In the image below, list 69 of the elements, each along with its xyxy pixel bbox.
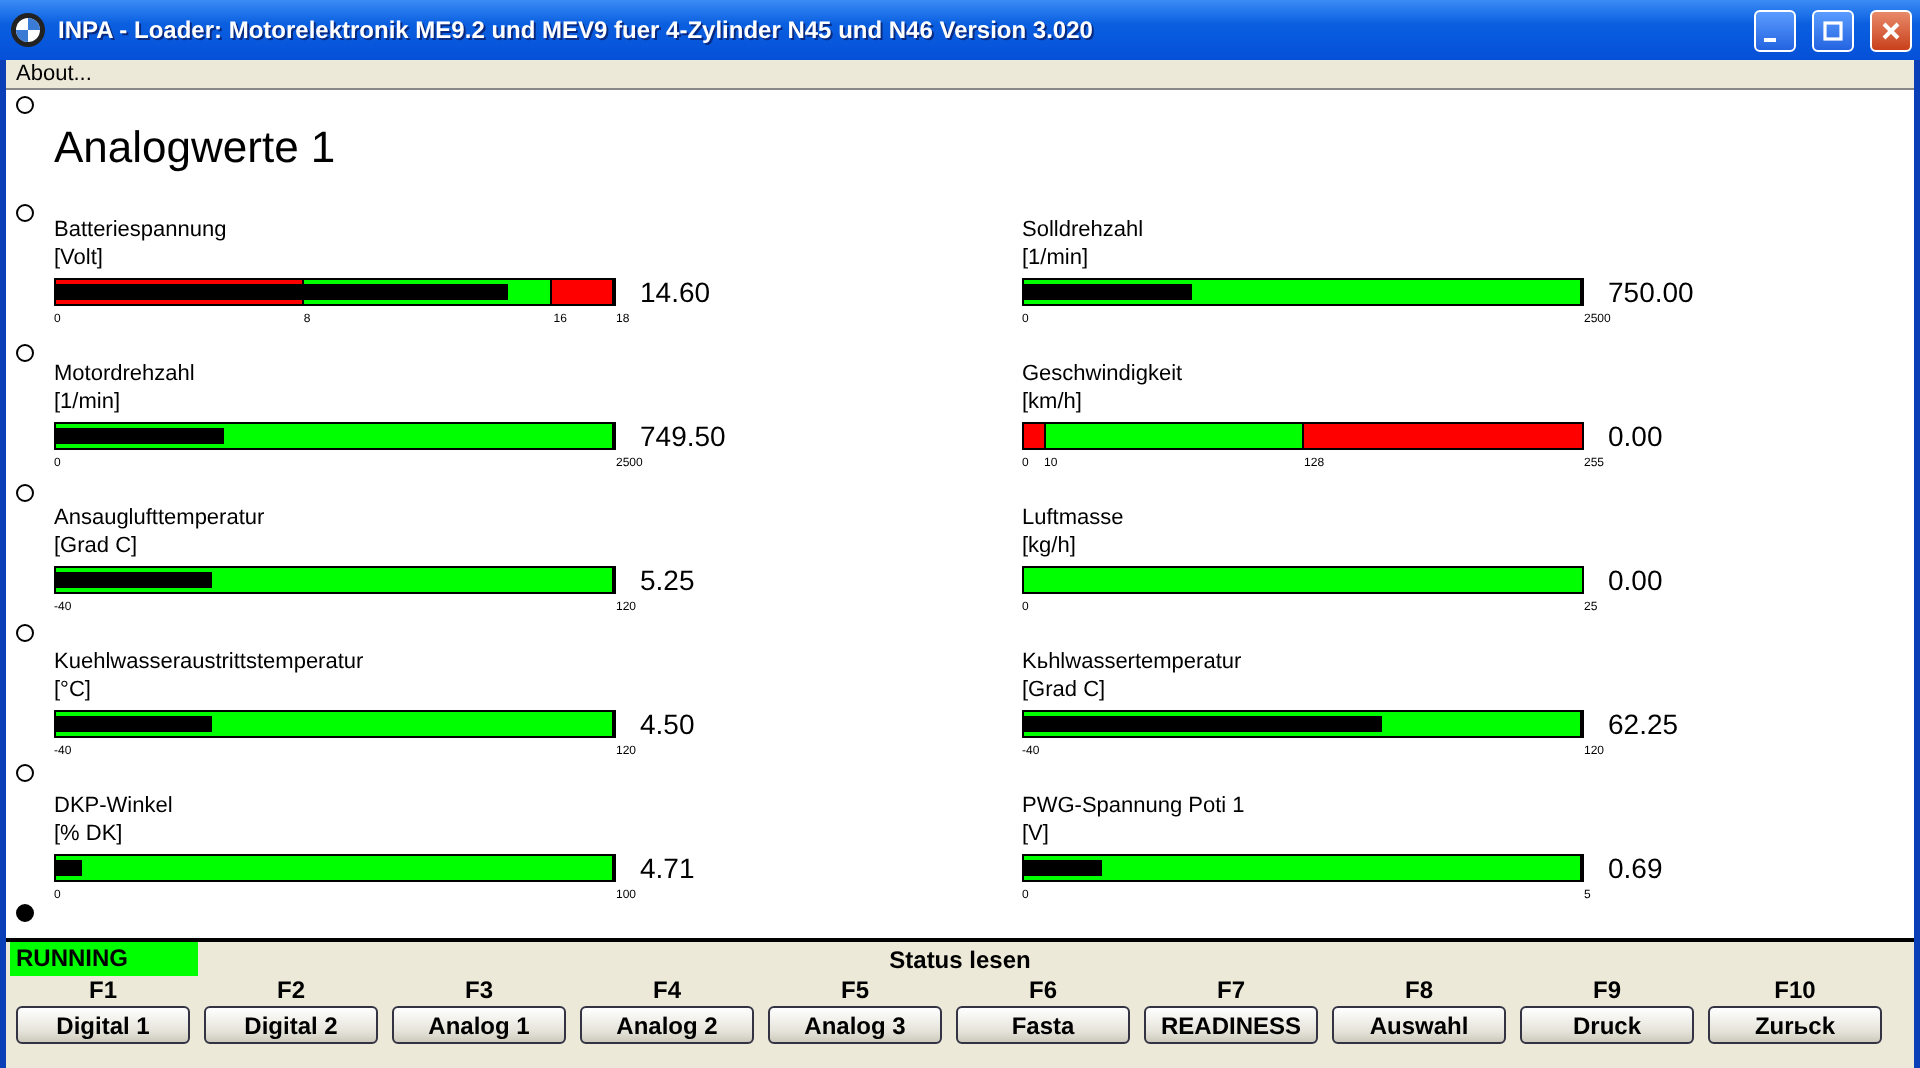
unit-label: [V] [1022, 820, 1049, 848]
gauge-reading: 4.71 [640, 852, 695, 884]
unit-label: [km/h] [1022, 388, 1082, 416]
gauge-label: Kuehlwasseraustrittstemperatur [54, 648, 364, 676]
gauge-label: PWG-Spannung Poti 1 [1022, 792, 1245, 820]
maximize-icon [1820, 17, 1846, 43]
function-button[interactable]: Digital 2 [204, 1006, 378, 1044]
minimize-button[interactable] [1754, 9, 1796, 51]
function-key-label: F5 [840, 976, 869, 1006]
radio-marker[interactable] [15, 344, 33, 362]
function-key-label: F7 [1216, 976, 1245, 1006]
gauge-label: DKP-Winkel [54, 792, 173, 820]
radio-marker[interactable] [15, 624, 33, 642]
gauge-reading: 14.60 [640, 276, 711, 308]
minimize-icon [1764, 37, 1776, 41]
gauge-reading: 0.00 [1608, 564, 1663, 596]
gauge-label: Geschwindigkeit [1022, 360, 1183, 388]
unit-label: [Volt] [54, 244, 103, 272]
gauge-reading: 0.69 [1608, 852, 1663, 884]
app-icon [10, 12, 46, 48]
page-title: Analogwerte 1 [54, 122, 338, 176]
gauge-label: Kьhlwassertemperatur [1022, 648, 1242, 676]
unit-label: [kg/h] [1022, 532, 1076, 560]
menu-item[interactable]: About... [16, 62, 92, 86]
unit-label: [Grad C] [54, 532, 138, 560]
function-key-label: F6 [1028, 976, 1057, 1006]
gauge-label: Luftmasse [1022, 504, 1124, 532]
function-button[interactable]: Fasta [956, 1006, 1130, 1044]
function-button[interactable]: Analog 2 [580, 1006, 754, 1044]
function-button[interactable]: Zurьck [1708, 1006, 1882, 1044]
window-title: INPA - Loader: Motorelektronik ME9.2 und MEV9 fuer 4-Zylinder N45 und N46 Version 3.020 [58, 16, 1095, 44]
function-key-label: F9 [1592, 976, 1621, 1006]
unit-label: [Grad C] [1022, 676, 1106, 704]
status-message: Status lesen [887, 945, 1033, 973]
gauge-reading: 4.50 [640, 708, 695, 740]
radio-marker[interactable] [15, 204, 33, 222]
radio-marker[interactable] [15, 764, 33, 782]
function-key-label: F8 [1404, 976, 1433, 1006]
gauge-label: Batteriespannung [54, 216, 227, 244]
radio-marker[interactable] [15, 484, 33, 502]
gauge-reading: 5.25 [640, 564, 695, 596]
function-button[interactable]: Analog 3 [768, 1006, 942, 1044]
function-key-label: F10 [1774, 976, 1816, 1006]
gauge-reading: 750.00 [1608, 276, 1694, 308]
function-button[interactable]: Digital 1 [16, 1006, 190, 1044]
unit-label: [°C] [54, 676, 91, 704]
function-button[interactable]: Druck [1520, 1006, 1694, 1044]
function-key-label: F1 [88, 976, 117, 1006]
function-button[interactable]: READINESS [1144, 1006, 1318, 1044]
close-button[interactable] [1870, 9, 1912, 51]
close-icon [1878, 17, 1904, 43]
gauge-label: Ansauglufttemperatur [54, 504, 265, 532]
gauge-reading: 749.50 [640, 420, 726, 452]
unit-label: [1/min] [1022, 244, 1089, 272]
radio-marker[interactable] [15, 96, 33, 114]
function-key-label: F4 [652, 976, 681, 1006]
unit-label: [% DK] [54, 820, 123, 848]
status-indicator: RUNNING [10, 942, 198, 976]
function-key-label: F3 [464, 976, 493, 1006]
gauge-label: Motordrehzahl [54, 360, 195, 388]
unit-label: [1/min] [54, 388, 121, 416]
function-key-label: F2 [276, 976, 305, 1006]
gauge-reading: 0.00 [1608, 420, 1663, 452]
radio-marker[interactable] [15, 904, 33, 922]
function-button[interactable]: Analog 1 [392, 1006, 566, 1044]
gauge-label: Solldrehzahl [1022, 216, 1144, 244]
gauge-reading: 62.25 [1608, 708, 1679, 740]
function-button[interactable]: Auswahl [1332, 1006, 1506, 1044]
maximize-button[interactable] [1812, 9, 1854, 51]
